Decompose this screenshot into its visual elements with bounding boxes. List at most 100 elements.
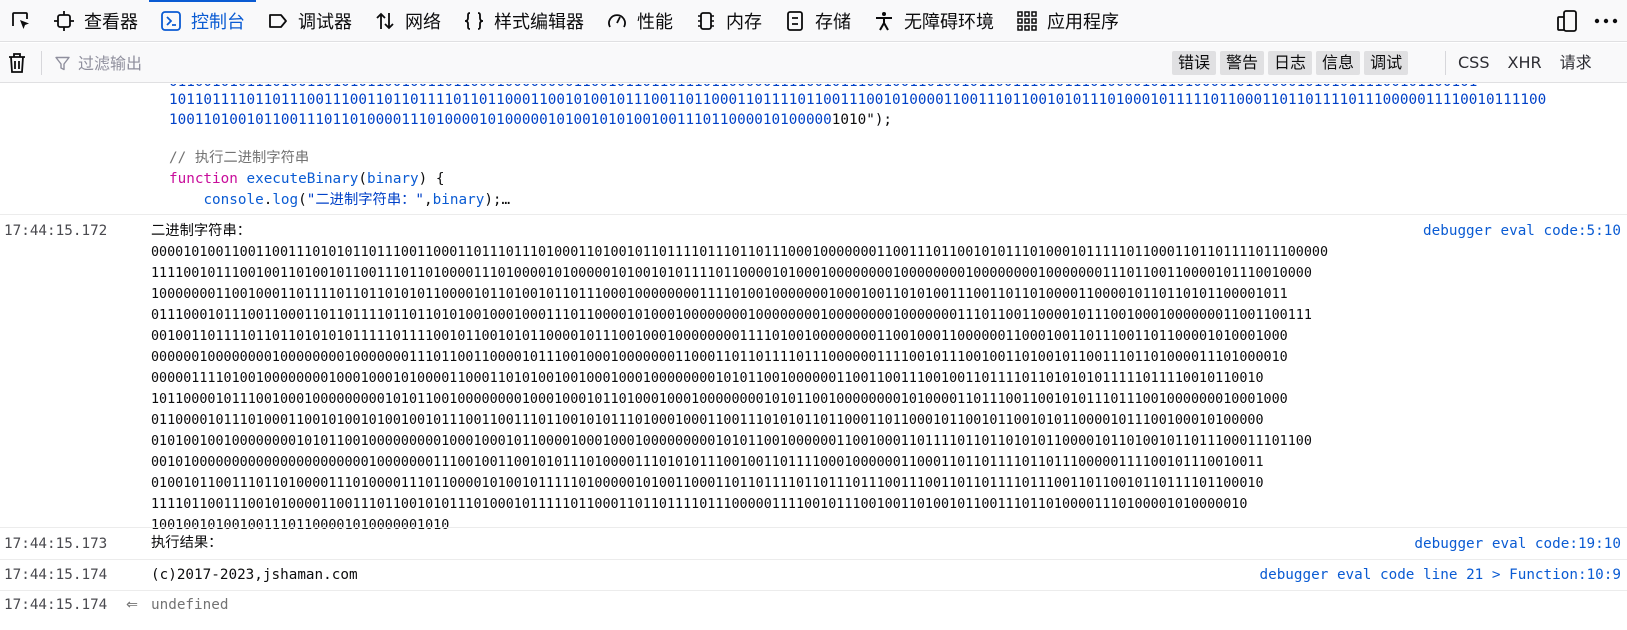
tab-storage[interactable]: 存储	[773, 0, 862, 42]
filter-css-button[interactable]: CSS	[1458, 51, 1489, 75]
code-param: binary	[367, 171, 419, 187]
code-keyword: function	[169, 171, 238, 187]
console-message: 17:44:15.174 (c)2017-2023,jshaman.com de…	[0, 559, 1627, 590]
debugger-icon	[269, 14, 287, 28]
tab-label: 无障碍环境	[904, 12, 994, 33]
tab-debugger[interactable]: 调试器	[256, 0, 363, 42]
message-timestamp: 17:44:15.172	[4, 223, 108, 239]
binary-line: 0010011011110110110101010111110111100101…	[151, 329, 1288, 344]
filter-errors-button[interactable]: 错误	[1172, 51, 1217, 75]
binary-line: 0110000101110100011001010010100100101110…	[151, 413, 1264, 428]
binary-line: 1000000011001000110111101101101010110000…	[151, 287, 1288, 302]
code-token: );…	[484, 192, 511, 208]
filter-output-input[interactable]	[50, 49, 1050, 77]
result-arrow-icon: ⇐	[126, 597, 138, 613]
tab-label: 应用程序	[1047, 12, 1119, 33]
element-picker-icon	[12, 12, 29, 29]
message-timestamp: 17:44:15.174	[4, 597, 108, 613]
log-level-filters: 错误 警告 日志 信息 调试	[1172, 51, 1409, 75]
filter-xhr-button[interactable]: XHR	[1507, 51, 1541, 75]
storage-icon	[787, 11, 803, 31]
code-line: function executeBinary(binary) {	[169, 171, 445, 187]
binary-line: 1111001011100100110100101100111011010000…	[151, 266, 1312, 281]
filter-debug-button[interactable]: 调试	[1364, 51, 1409, 75]
filter-requests-button[interactable]: 请求	[1560, 51, 1592, 75]
console-icon	[161, 11, 181, 31]
toolbar-divider	[1445, 51, 1446, 75]
style-editor-icon	[464, 12, 484, 30]
request-type-filters: CSS XHR 请求	[1458, 51, 1592, 75]
filter-info-button[interactable]: 信息	[1316, 51, 1361, 75]
console-output: 0110010101110100110101011001001101100010…	[0, 84, 1627, 630]
code-function-name: executeBinary	[246, 171, 359, 187]
result-value: undefined	[151, 597, 229, 613]
tab-accessibility[interactable]: 无障碍环境	[862, 0, 1005, 42]
tab-memory[interactable]: 内存	[684, 0, 773, 42]
clear-console-button[interactable]	[4, 50, 30, 76]
toolbar-divider	[41, 51, 42, 75]
tab-network[interactable]: 网络	[363, 0, 452, 42]
more-options-icon[interactable]	[1593, 9, 1619, 33]
code-string: "二进制字符串："	[306, 192, 425, 208]
binary-line: 0000011110100100000000100010001010000110…	[151, 371, 1264, 386]
tab-label: 控制台	[191, 12, 245, 33]
tab-label: 性能	[637, 12, 673, 33]
code-token: console	[203, 192, 264, 208]
performance-icon	[608, 14, 626, 28]
code-token: ) {	[418, 171, 445, 187]
filter-logs-button[interactable]: 日志	[1268, 51, 1313, 75]
binary-line: 1011000010111001000100000000010101100100…	[151, 392, 1288, 407]
message-timestamp: 17:44:15.174	[4, 567, 108, 583]
message-location-link[interactable]: debugger eval code:19:10	[1414, 536, 1621, 552]
binary-line: 0010100000000000000000000001000000011100…	[151, 455, 1264, 470]
code-token: 1001101001011001110110100001110100001010…	[169, 112, 832, 128]
application-icon	[1017, 11, 1037, 31]
tab-label: 存储	[815, 12, 851, 33]
inspector-icon	[54, 11, 74, 31]
message-location-link[interactable]: debugger eval code line 21 > Function:10…	[1259, 567, 1621, 583]
code-token: binary	[432, 192, 485, 208]
filter-warnings-button[interactable]: 警告	[1220, 51, 1265, 75]
tabbar-actions	[1555, 0, 1619, 42]
element-picker-button[interactable]	[0, 0, 42, 42]
message-location-link[interactable]: debugger eval code:5:10	[1423, 223, 1621, 239]
tab-console[interactable]: 控制台	[149, 0, 256, 42]
console-message: 17:44:15.172 二进制字符串： debugger eval code:…	[0, 214, 1627, 533]
tab-label: 网络	[405, 12, 441, 33]
binary-line: 0101001001000000001010110010000000001000…	[151, 434, 1312, 449]
binary-line: 0000001000000001000000001000000011101100…	[151, 350, 1288, 365]
code-line: console.log("二进制字符串：",binary);…	[169, 190, 510, 211]
binary-line: 0000101001100110011101010110111001100011…	[151, 245, 1329, 260]
code-token: log	[272, 192, 299, 208]
tab-list: 查看器 控制台 调试器 网络 样式编辑器 性能 内存 存储 无障碍环境 应用程序	[0, 0, 1130, 42]
responsive-design-icon[interactable]	[1555, 9, 1579, 33]
code-comment: // 执行二进制字符串	[169, 150, 310, 166]
devtools-tab-bar: 查看器 控制台 调试器 网络 样式编辑器 性能 内存 存储 无障碍环境 应用程序	[0, 0, 1627, 42]
message-label: 执行结果：	[151, 535, 223, 551]
console-message: 17:44:15.173 执行结果： debugger eval code:19…	[0, 527, 1627, 559]
tab-label: 查看器	[84, 12, 138, 33]
binary-line: 0100101100111011010000111010000111011000…	[151, 476, 1264, 491]
binary-line: 0111000101110011000110110111101101101010…	[151, 308, 1312, 323]
message-label: (c)2017-2023,jshaman.com	[151, 567, 358, 583]
binary-line: 1111011001110010100001100111011001010111…	[151, 497, 1248, 512]
tab-performance[interactable]: 性能	[595, 0, 684, 42]
network-icon	[376, 12, 394, 30]
tab-label: 调试器	[298, 12, 352, 33]
binary-output: 0000101001100110011101010110111001100011…	[151, 242, 1401, 536]
trash-icon	[9, 53, 25, 73]
tab-style-editor[interactable]: 样式编辑器	[452, 0, 595, 42]
tab-inspector[interactable]: 查看器	[42, 0, 149, 42]
tab-label: 内存	[726, 12, 762, 33]
tab-application[interactable]: 应用程序	[1005, 0, 1130, 42]
console-toolbar: 错误 警告 日志 信息 调试 CSS XHR 请求	[0, 43, 1627, 83]
tab-label: 样式编辑器	[494, 12, 584, 33]
code-token: 1010");	[831, 112, 893, 128]
memory-icon	[698, 12, 714, 30]
message-timestamp: 17:44:15.173	[4, 536, 108, 552]
accessibility-icon	[876, 12, 892, 31]
code-line: 1001101001011001110110100001110100001010…	[169, 110, 892, 131]
code-line: 1011011110110111001110011011011110110110…	[169, 92, 1547, 108]
console-result: 17:44:15.174 ⇐ undefined	[0, 590, 1627, 630]
